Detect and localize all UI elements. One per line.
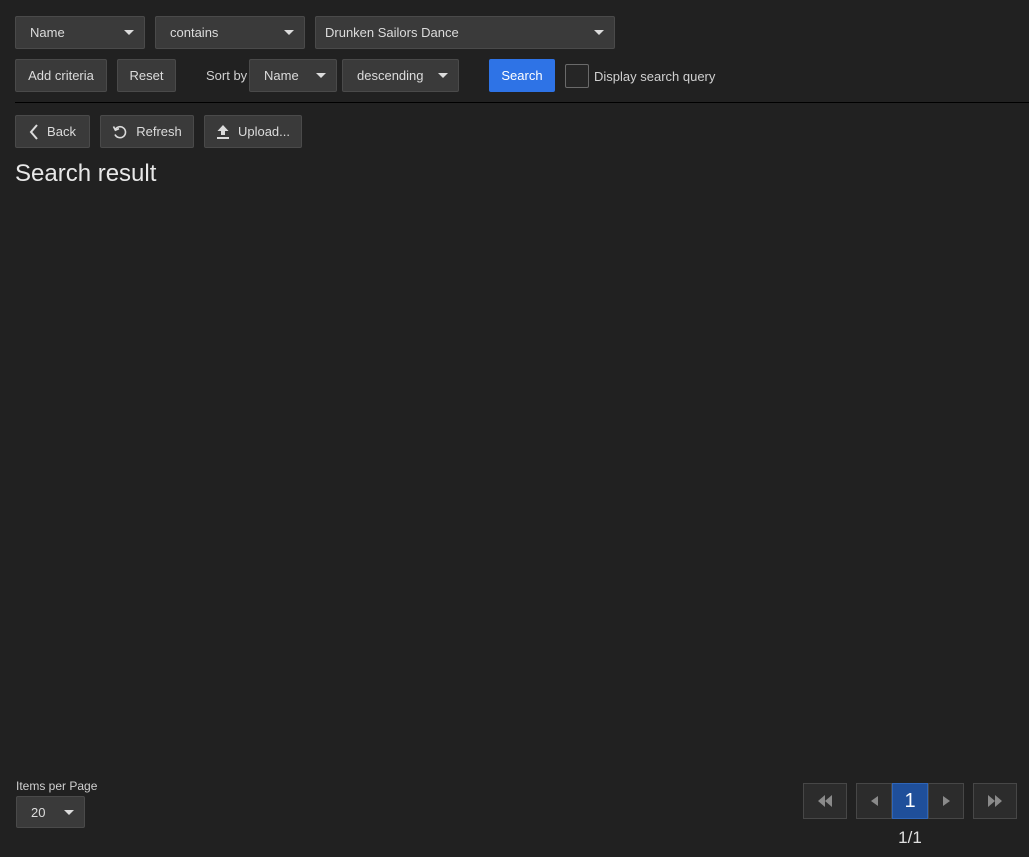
refresh-button-label: Refresh xyxy=(136,124,182,139)
criteria-value-select[interactable]: Drunken Sailors Dance xyxy=(315,16,615,49)
display-search-query-checkbox[interactable] xyxy=(565,64,589,88)
sort-order-value: descending xyxy=(357,68,424,83)
double-chevron-left-icon xyxy=(817,795,833,807)
items-per-page-label: Items per Page xyxy=(16,779,98,793)
add-criteria-button[interactable]: Add criteria xyxy=(15,59,107,92)
sort-field-value: Name xyxy=(264,68,299,83)
criteria-value-text: Drunken Sailors Dance xyxy=(325,25,459,40)
items-per-page-select[interactable]: 20 xyxy=(16,796,85,828)
page-1-button[interactable]: 1 xyxy=(892,783,928,819)
double-chevron-right-icon xyxy=(987,795,1003,807)
last-page-button[interactable] xyxy=(973,783,1017,819)
chevron-down-icon xyxy=(594,30,604,35)
upload-icon xyxy=(216,124,230,140)
search-result-title: Search result xyxy=(15,160,157,187)
chevron-down-icon xyxy=(124,30,134,35)
back-button[interactable]: Back xyxy=(15,115,90,148)
triangle-left-icon xyxy=(870,796,878,806)
upload-button-label: Upload... xyxy=(237,124,291,139)
display-search-query-label: Display search query xyxy=(594,69,716,84)
page-status: 1/1 xyxy=(898,828,922,847)
back-button-label: Back xyxy=(47,124,76,139)
refresh-button[interactable]: Refresh xyxy=(100,115,194,148)
toolbar-divider xyxy=(15,102,1029,103)
upload-button[interactable]: Upload... xyxy=(204,115,302,148)
sort-by-label: Sort by xyxy=(206,68,248,83)
chevron-down-icon xyxy=(284,30,294,35)
chevron-down-icon xyxy=(438,73,448,78)
search-button[interactable]: Search xyxy=(489,59,555,92)
reset-button[interactable]: Reset xyxy=(117,59,176,92)
first-page-button[interactable] xyxy=(803,783,847,819)
criteria-operator-value: contains xyxy=(170,25,219,40)
items-per-page-value: 20 xyxy=(31,804,46,820)
sort-field-select[interactable]: Name xyxy=(249,59,337,92)
chevron-left-icon xyxy=(29,123,39,140)
chevron-down-icon xyxy=(64,809,74,815)
criteria-operator-select[interactable]: contains xyxy=(155,16,305,49)
criteria-field-select[interactable]: Name xyxy=(15,16,145,49)
criteria-field-value: Name xyxy=(30,25,65,40)
sort-order-select[interactable]: descending xyxy=(342,59,459,92)
previous-page-button[interactable] xyxy=(856,783,892,819)
chevron-down-icon xyxy=(316,73,326,78)
refresh-icon xyxy=(112,124,128,140)
next-page-button[interactable] xyxy=(928,783,964,819)
triangle-right-icon xyxy=(942,796,950,806)
